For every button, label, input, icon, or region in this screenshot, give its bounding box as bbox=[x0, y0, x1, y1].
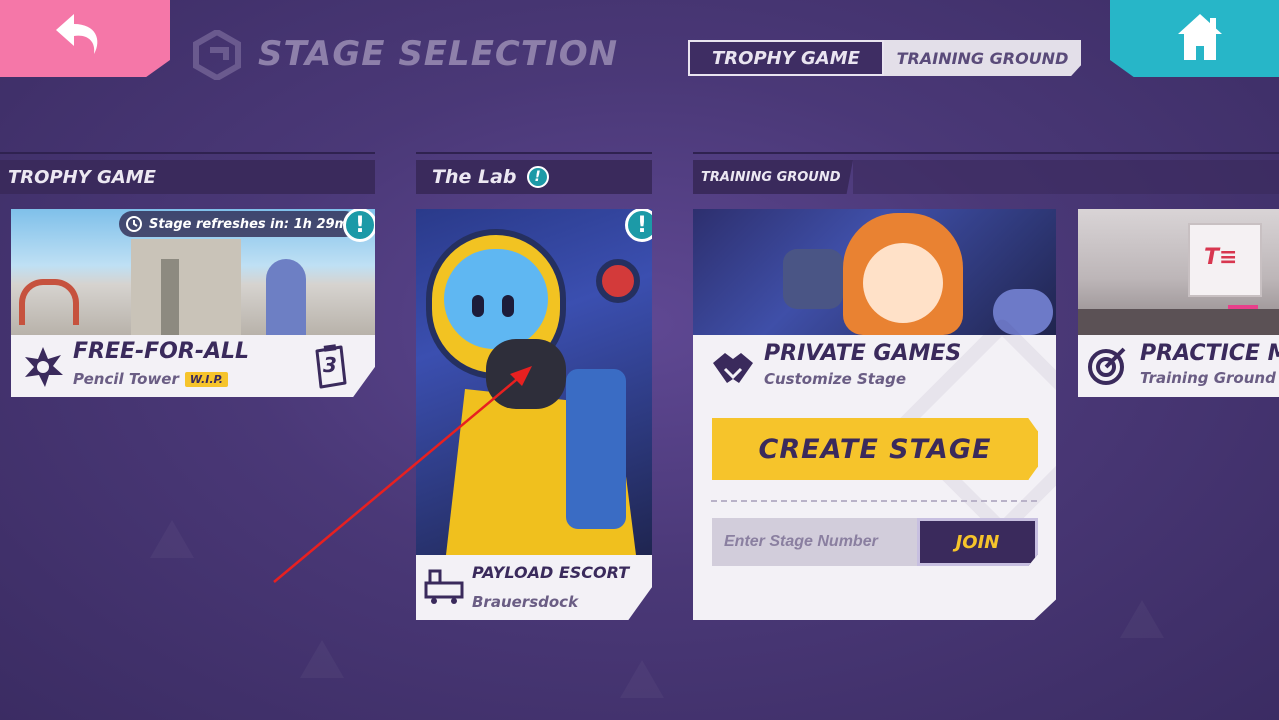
floor-shape bbox=[1078, 309, 1279, 335]
private-subtitle: Customize Stage bbox=[764, 370, 906, 388]
refresh-timer: Stage refreshes in: 1h 29m bbox=[119, 211, 359, 237]
practice-subtitle: Training Ground bbox=[1140, 369, 1276, 387]
clock-icon bbox=[126, 216, 142, 232]
divider bbox=[416, 152, 652, 154]
divider bbox=[0, 152, 375, 154]
face-shape bbox=[863, 243, 943, 323]
practice-mode-card[interactable]: T≡ PRACTICE M Training Ground bbox=[1078, 209, 1279, 397]
divider bbox=[711, 500, 1037, 502]
mode-title: FREE-FOR-ALL bbox=[73, 339, 250, 364]
mode-toggle: TROPHY GAME TRAINING GROUND bbox=[688, 40, 1081, 76]
section-header-training: TRAINING GROUND bbox=[693, 160, 853, 194]
practice-thumbnail: T≡ bbox=[1078, 209, 1279, 335]
section-title: TROPHY GAME bbox=[8, 166, 156, 188]
map-name: Brauersdock bbox=[472, 593, 579, 611]
info-alert-icon[interactable]: ! bbox=[343, 209, 375, 242]
section-header-bar bbox=[853, 160, 1279, 194]
private-title: PRIVATE GAMES bbox=[764, 341, 962, 366]
eye-shape bbox=[502, 295, 514, 317]
page-title: STAGE SELECTION bbox=[258, 34, 619, 74]
lab-info-icon[interactable]: ! bbox=[526, 166, 549, 188]
tower-shape bbox=[161, 259, 179, 335]
refresh-label: Stage refreshes in: 1h 29m bbox=[149, 216, 349, 232]
bg-decoration bbox=[620, 660, 664, 698]
stage-logo-icon bbox=[193, 30, 241, 80]
create-stage-button[interactable]: CREATE STAGE bbox=[712, 418, 1038, 480]
tab-training-ground[interactable]: TRAINING GROUND bbox=[884, 40, 1081, 76]
section-title: The Lab bbox=[432, 166, 517, 188]
eye-shape bbox=[472, 295, 484, 317]
tab-trophy-game[interactable]: TROPHY GAME bbox=[688, 40, 884, 76]
divider bbox=[693, 152, 1279, 154]
bg-decoration bbox=[1120, 600, 1164, 638]
back-button[interactable] bbox=[0, 0, 170, 77]
home-icon bbox=[1178, 14, 1222, 60]
create-stage-label: CREATE STAGE bbox=[758, 433, 992, 465]
target-icon bbox=[1088, 347, 1126, 385]
wip-badge: W.I.P. bbox=[184, 371, 228, 387]
private-art-image bbox=[693, 209, 1056, 335]
section-title: TRAINING GROUND bbox=[701, 169, 841, 185]
building-shape bbox=[131, 239, 241, 335]
stage-number-input[interactable] bbox=[712, 518, 918, 566]
section-header-trophy: TROPHY GAME bbox=[0, 160, 375, 194]
practice-title: PRACTICE M bbox=[1140, 341, 1279, 366]
section-header-lab: The Lab ! bbox=[416, 160, 652, 194]
handshake-icon bbox=[713, 353, 753, 383]
shoulder-shape bbox=[596, 259, 640, 303]
join-button[interactable]: JOIN bbox=[917, 518, 1038, 566]
arch-shape bbox=[266, 259, 306, 335]
bg-decoration bbox=[150, 520, 194, 558]
arch-shape bbox=[19, 279, 79, 325]
sign-shape: T≡ bbox=[1188, 223, 1262, 297]
annotation-arrow-icon bbox=[273, 366, 532, 583]
home-button[interactable] bbox=[1110, 0, 1279, 77]
bg-decoration bbox=[300, 640, 344, 678]
arm-shape bbox=[566, 369, 626, 529]
gauntlet-shape bbox=[783, 249, 843, 309]
free-for-all-icon bbox=[25, 347, 63, 387]
map-line: Pencil Tower W.I.P. bbox=[73, 370, 228, 388]
back-arrow-icon bbox=[56, 14, 98, 54]
info-alert-icon[interactable]: ! bbox=[625, 209, 652, 242]
visor-shape bbox=[444, 249, 548, 349]
sign-logo: T≡ bbox=[1204, 245, 1238, 270]
map-name: Pencil Tower bbox=[73, 370, 179, 388]
